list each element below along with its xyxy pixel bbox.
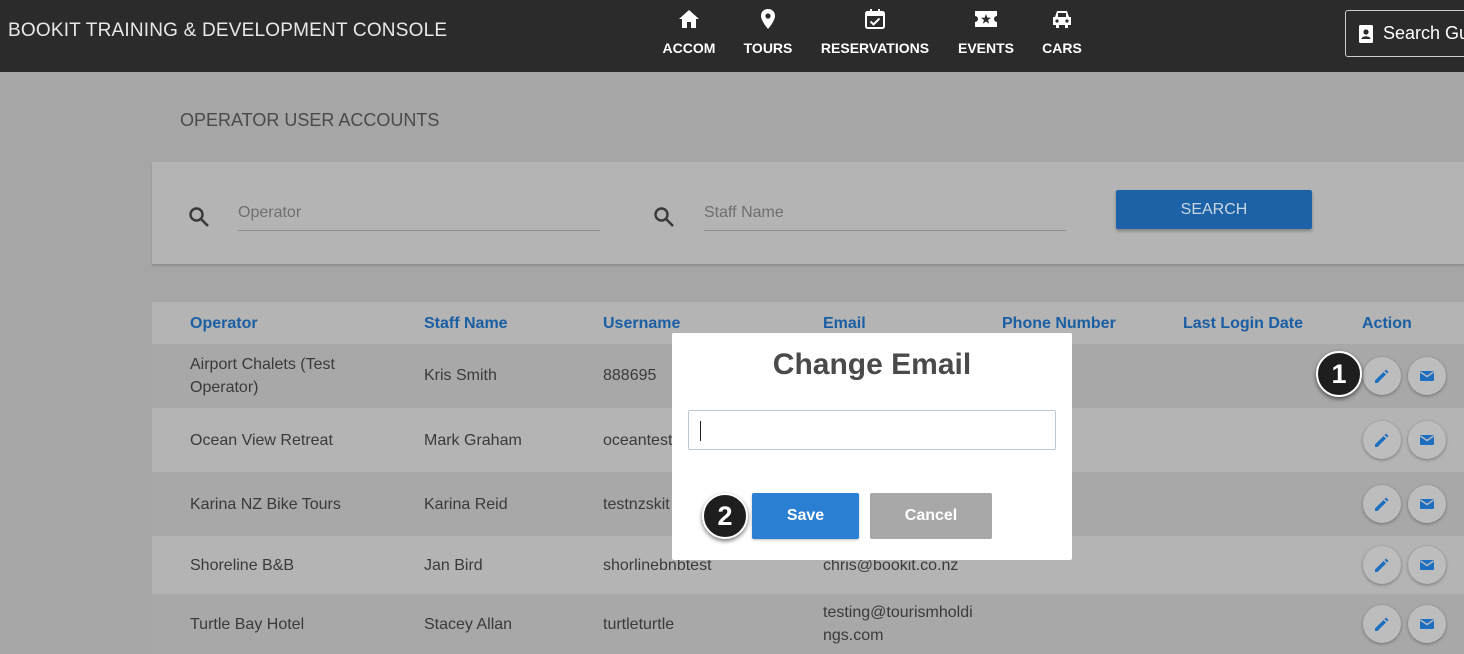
cell-staff-name: Karina Reid <box>424 496 508 513</box>
edit-button[interactable] <box>1363 485 1401 523</box>
column-header-action: Action <box>1362 315 1412 332</box>
staff-name-search-input[interactable] <box>704 196 1066 231</box>
home-icon <box>676 8 702 30</box>
nav-item-events[interactable]: EVENTS <box>957 0 1015 72</box>
pencil-icon <box>1375 617 1389 631</box>
cell-operator: Airport Chalets (Test Operator) <box>190 356 335 396</box>
email-button[interactable] <box>1408 546 1446 584</box>
pencil-icon <box>1375 497 1389 511</box>
cell-username: oceantest <box>603 432 673 449</box>
nav-item-accom-label: ACCOM <box>662 40 716 56</box>
column-header-username[interactable]: Username <box>603 315 680 333</box>
search-guest-button[interactable]: Search Gu <box>1345 10 1464 57</box>
pencil-icon <box>1375 369 1389 383</box>
search-panel: SEARCH <box>152 162 1464 264</box>
envelope-icon <box>1420 619 1434 629</box>
nav-item-cars-label: CARS <box>1042 40 1082 56</box>
cell-operator: Shoreline B&B <box>190 557 295 574</box>
step-callout-1: 1 <box>1316 351 1362 397</box>
nav-item-events-label: EVENTS <box>957 40 1014 56</box>
cell-username: turtleturtle <box>603 616 675 633</box>
column-header-last-login-date[interactable]: Last Login Date <box>1183 315 1303 333</box>
step-callout-2: 2 <box>702 493 748 539</box>
app-title: BOOKIT TRAINING & DEVELOPMENT CONSOLE <box>8 20 448 41</box>
nav-item-accom[interactable]: ACCOM <box>662 0 716 72</box>
cell-staff-name: Mark Graham <box>424 432 522 449</box>
edit-button[interactable] <box>1363 546 1401 584</box>
car-icon <box>1049 8 1075 30</box>
pencil-icon <box>1375 433 1389 447</box>
top-navigation-bar: BOOKIT TRAINING & DEVELOPMENT CONSOLE AC… <box>0 0 1464 72</box>
envelope-icon <box>1420 499 1434 509</box>
edit-button[interactable] <box>1363 421 1401 459</box>
save-button[interactable]: Save <box>752 493 859 539</box>
email-button[interactable] <box>1408 421 1446 459</box>
cell-staff-name: Stacey Allan <box>424 616 513 633</box>
cell-username: 888695 <box>603 367 657 384</box>
cell-username: testnzskit <box>603 496 670 513</box>
pencil-icon <box>1375 558 1389 572</box>
nav-item-tours-label: TOURS <box>743 40 793 56</box>
email-field[interactable] <box>688 410 1056 450</box>
envelope-icon <box>1420 560 1434 570</box>
email-button[interactable] <box>1408 605 1446 643</box>
nav-item-cars[interactable]: CARS <box>1041 0 1083 72</box>
envelope-icon <box>1420 371 1434 381</box>
cancel-button[interactable]: Cancel <box>870 493 992 539</box>
cell-email: testing@tourismholdi ngs.com <box>823 604 973 644</box>
search-icon <box>652 205 676 229</box>
search-icon <box>187 205 211 229</box>
nav-item-tours[interactable]: TOURS <box>743 0 793 72</box>
column-header-phone-number[interactable]: Phone Number <box>1002 315 1116 333</box>
column-header-operator[interactable]: Operator <box>190 315 258 333</box>
edit-button[interactable] <box>1363 357 1401 395</box>
search-button[interactable]: SEARCH <box>1116 190 1312 229</box>
cell-operator: Ocean View Retreat <box>190 432 333 449</box>
text-caret <box>700 421 701 441</box>
contact-book-icon <box>1357 24 1375 43</box>
column-header-staff-name[interactable]: Staff Name <box>424 315 508 333</box>
edit-button[interactable] <box>1363 605 1401 643</box>
nav-item-reservations[interactable]: RESERVATIONS <box>820 0 930 72</box>
map-pin-icon <box>755 8 781 30</box>
nav-item-reservations-label: RESERVATIONS <box>820 40 930 56</box>
cell-staff-name: Kris Smith <box>424 367 497 384</box>
email-button[interactable] <box>1408 357 1446 395</box>
cell-operator: Karina NZ Bike Tours <box>190 496 341 513</box>
envelope-icon <box>1420 435 1434 445</box>
table-row: Turtle Bay Hotel Stacey Allan turtleturt… <box>152 594 1464 654</box>
calendar-check-icon <box>862 8 888 30</box>
email-button[interactable] <box>1408 485 1446 523</box>
page-title: OPERATOR USER ACCOUNTS <box>180 110 440 130</box>
operator-search-input[interactable] <box>238 196 600 231</box>
dialog-title: Change Email <box>772 348 972 381</box>
column-header-email[interactable]: Email <box>823 315 866 333</box>
cell-staff-name: Jan Bird <box>424 557 483 574</box>
cell-operator: Turtle Bay Hotel <box>190 616 305 633</box>
search-guest-label: Search Gu <box>1383 23 1464 43</box>
ticket-star-icon <box>973 8 999 30</box>
